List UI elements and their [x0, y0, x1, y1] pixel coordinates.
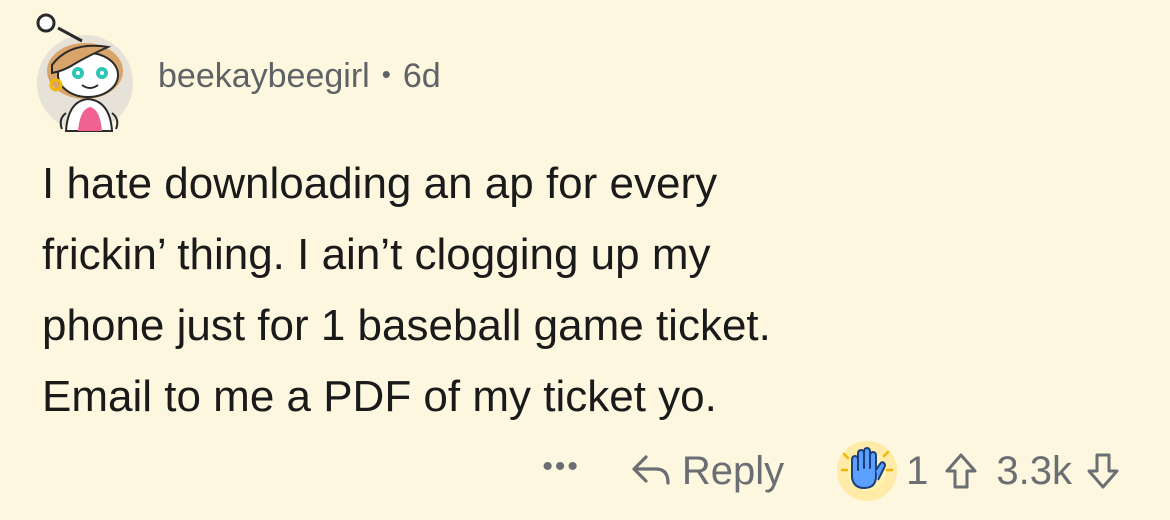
- vote-controls: 3.3k: [944, 449, 1120, 494]
- snoo-avatar-icon: [36, 13, 133, 132]
- reply-arrow-icon: [632, 455, 670, 485]
- downvote-arrow-icon[interactable]: [1086, 452, 1120, 490]
- vote-score: 3.3k: [996, 448, 1072, 493]
- upvote-arrow-icon[interactable]: [944, 452, 978, 490]
- user-avatar[interactable]: [30, 13, 136, 133]
- clapping-hands-award-icon: [837, 441, 898, 501]
- meta-separator: •: [381, 59, 391, 89]
- comment-meta: beekaybeegirl • 6d: [158, 57, 441, 96]
- comment-age: 6d: [402, 56, 441, 95]
- reply-label: Reply: [681, 448, 785, 493]
- award-button[interactable]: 1: [834, 440, 928, 502]
- more-options-button[interactable]: •••: [542, 450, 580, 484]
- comment-actions: ••• Reply 1 3.3k: [542, 440, 1120, 502]
- award-count: 1: [906, 448, 929, 493]
- username-link[interactable]: beekaybeegirl: [158, 57, 370, 96]
- comment-header: beekaybeegirl • 6d: [30, 8, 441, 138]
- comment-body: I hate downloading an ap for every frick…: [42, 159, 771, 421]
- reply-button[interactable]: Reply: [630, 449, 784, 494]
